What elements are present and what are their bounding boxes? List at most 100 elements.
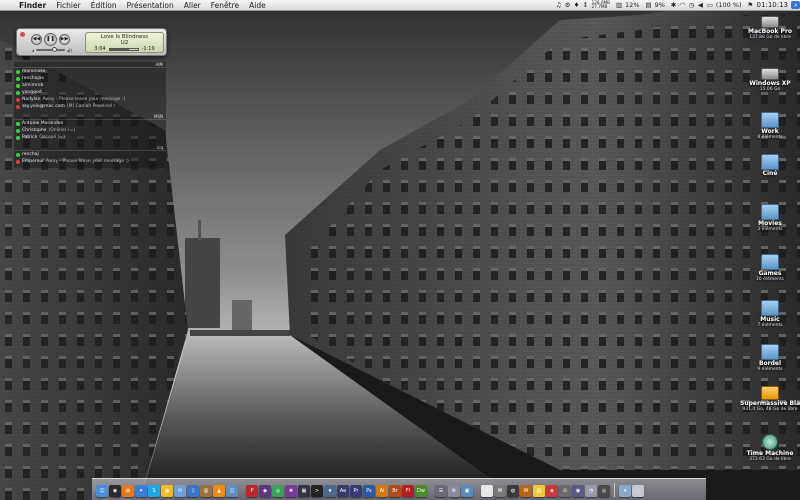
desktop-icon-time-machine[interactable]: Time Machine 372.63 Go de libre xyxy=(740,434,800,462)
flash-icon[interactable]: Fl xyxy=(402,485,414,497)
menu-edition[interactable]: Édition xyxy=(86,1,122,10)
preview-icon[interactable]: ❀ xyxy=(285,485,297,497)
memory-meter[interactable]: 128.0MB 27.7MB xyxy=(589,0,613,10)
desktop-icon-cin-[interactable]: Ciné xyxy=(740,154,800,177)
desktop-icon-bordel[interactable]: Bordel 9 éléments xyxy=(740,344,800,372)
skype-icon[interactable]: S xyxy=(148,485,160,497)
automator-icon[interactable]: ☰ xyxy=(435,485,447,497)
cpu-percent[interactable]: 12% xyxy=(622,1,642,9)
imovie-icon[interactable]: ★ xyxy=(324,485,336,497)
safari-icon[interactable]: ✦ xyxy=(135,485,147,497)
previous-track-button[interactable]: ◀◀ xyxy=(31,34,42,45)
desktop-icon-games[interactable]: Games 16 éléments xyxy=(740,254,800,282)
premiere-icon[interactable]: Pr xyxy=(350,485,362,497)
colorsync-icon[interactable]: ◎ xyxy=(272,485,284,497)
remaining-time: -1:19 xyxy=(141,46,155,52)
textedit-icon[interactable]: ✎ xyxy=(481,485,493,497)
cpu-graph-icon[interactable]: ▥ xyxy=(613,1,622,9)
fish-icon[interactable]: ⚙ xyxy=(562,1,571,9)
desktop-icon-macbook-pro[interactable]: MacBook Pro 137.88 Go de libre xyxy=(740,14,800,40)
finder-icon[interactable]: ☺ xyxy=(96,485,108,497)
adium-icon[interactable]: ◕ xyxy=(161,485,173,497)
wifi-icon[interactable]: ◠ xyxy=(677,1,686,9)
network-icon[interactable]: ◉ xyxy=(572,485,584,497)
time-machine-icon[interactable]: ◷ xyxy=(686,1,695,9)
bluetooth-icon[interactable]: ✱ xyxy=(668,1,677,9)
contact-name: Christophe xyxy=(22,128,47,133)
contact-item[interactable]: mononoke xyxy=(14,68,166,75)
trash-icon[interactable]: ◌ xyxy=(632,485,644,497)
microphone-icon[interactable]: ♦ xyxy=(571,1,580,9)
radio-icon[interactable]: ◎ xyxy=(598,485,610,497)
dreamweaver-icon[interactable]: Dw xyxy=(415,485,427,497)
contact-item[interactable]: Christophe (Online) (=) xyxy=(14,127,166,134)
bridge-icon[interactable]: Br xyxy=(389,485,401,497)
music-note-icon[interactable]: ♫ xyxy=(553,1,562,9)
desktop-icon-supermassive-black-hole[interactable]: Supermassive Black hole931.4 Go, 48 Go d… xyxy=(740,386,800,412)
network-activity-icon[interactable]: ↕ xyxy=(580,1,589,9)
volume-slider[interactable]: ◂ ◂)) xyxy=(32,47,72,53)
menu-fichier[interactable]: Fichier xyxy=(51,1,86,10)
flag-icon[interactable]: ⚑ xyxy=(745,1,754,9)
contact-item[interactable]: Antoine Marandon xyxy=(14,120,166,127)
contact-item[interactable]: sky.yolo@mac.com (M) Canlah Powered ! xyxy=(14,103,166,110)
contact-status-message: Away - Please leave your message :) xyxy=(46,159,129,164)
progress-bar[interactable] xyxy=(108,47,139,51)
clock[interactable]: 01:10:13 xyxy=(754,1,791,9)
contact-item[interactable]: Patrick Occupé (=) xyxy=(14,134,166,141)
movie-icon[interactable]: ▦ xyxy=(298,485,310,497)
addressbook-icon[interactable]: @ xyxy=(200,485,212,497)
utility-icon[interactable]: ⌘ xyxy=(494,485,506,497)
contact-item[interactable]: aimimrob xyxy=(14,82,166,89)
menu-aide[interactable]: Aide xyxy=(244,1,271,10)
pause-button[interactable]: ❚❚ xyxy=(44,33,57,46)
desktop-icon-music[interactable]: Music 7 éléments xyxy=(740,300,800,328)
itunes-mini-player: ◀◀ ❚❚ ▶▶ ◂ ◂)) Love Is Blindness U2 3:04… xyxy=(16,28,167,56)
vlc-icon[interactable]: ▲ xyxy=(213,485,225,497)
firefox-icon[interactable]: ◍ xyxy=(122,485,134,497)
terminal-icon[interactable]: > xyxy=(311,485,323,497)
mail-icon[interactable]: ✉ xyxy=(174,485,186,497)
volume-knob[interactable] xyxy=(51,47,57,52)
photoshop-icon[interactable]: P xyxy=(246,485,258,497)
itunes-icon[interactable]: ♫ xyxy=(187,485,199,497)
illustrator-icon[interactable]: Ai xyxy=(376,485,388,497)
iphoto-icon[interactable]: ◫ xyxy=(226,485,238,497)
contact-item[interactable]: Empereur Away - Please leave your message… xyxy=(14,158,166,165)
battery-percent[interactable]: (100 %) xyxy=(713,1,745,9)
activity-icon[interactable]: ⊙ xyxy=(559,485,571,497)
desktop-icon-windows-xp[interactable]: Windows XP 15.06 Go xyxy=(740,66,800,92)
downloads-stack-icon[interactable]: ▾ xyxy=(619,485,631,497)
desktop-icon-work[interactable]: Work 8 éléments xyxy=(740,112,800,140)
menu-aller[interactable]: Aller xyxy=(179,1,206,10)
xcode-icon[interactable]: W xyxy=(520,485,532,497)
menu-fenetre[interactable]: Fenêtre xyxy=(206,1,244,10)
volume-icon[interactable]: ◀ xyxy=(695,1,704,9)
contact-list: AIM mononoke renchajav aimimrob yanggod Nadyl… xyxy=(14,62,166,168)
spotlight-icon[interactable]: ⌕ xyxy=(791,1,800,9)
cpu-percent-2[interactable]: 9% xyxy=(652,1,668,9)
indesign-icon[interactable]: ◆ xyxy=(259,485,271,497)
contact-item[interactable]: renchajav xyxy=(14,75,166,82)
status-dot-icon xyxy=(16,97,20,102)
dashboard-icon[interactable]: ◉ xyxy=(109,485,121,497)
contact-item[interactable]: yanggod xyxy=(14,89,166,96)
system-prefs-icon[interactable]: ⚙ xyxy=(448,485,460,497)
image-icon[interactable]: ◈ xyxy=(546,485,558,497)
photoshop2-icon[interactable]: Ps xyxy=(363,485,375,497)
temperature-graph-icon[interactable]: ▤ xyxy=(643,1,652,9)
battery-icon[interactable]: ▭ xyxy=(704,1,713,9)
close-button[interactable] xyxy=(20,32,25,37)
contact-item[interactable]: renchaj xyxy=(14,151,166,158)
next-track-button[interactable]: ▶▶ xyxy=(59,34,70,45)
menu-presentation[interactable]: Présentation xyxy=(122,1,179,10)
stickies-icon[interactable]: ▤ xyxy=(533,485,545,497)
desktop-icon-movies[interactable]: Movies 3 éléments xyxy=(740,204,800,232)
contact-item[interactable]: Nadylan Away - Please leave your message … xyxy=(14,96,166,103)
menu-app-finder[interactable]: Finder xyxy=(14,1,51,10)
coda-icon[interactable]: ◍ xyxy=(507,485,519,497)
aftereffects-icon[interactable]: Ae xyxy=(337,485,349,497)
exposé-icon[interactable]: ▣ xyxy=(461,485,473,497)
now-playing-display[interactable]: Love Is Blindness U2 3:04 -1:19 xyxy=(85,32,164,53)
clock-icon[interactable]: ◔ xyxy=(585,485,597,497)
